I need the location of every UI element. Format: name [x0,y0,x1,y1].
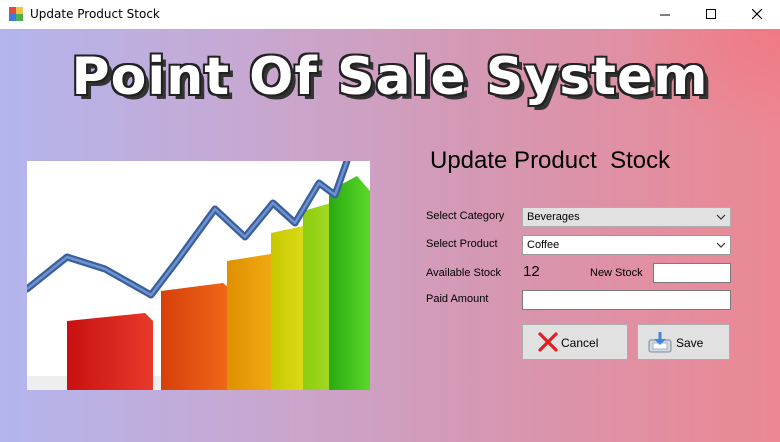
close-button[interactable] [734,0,780,29]
paid-amount-label: Paid Amount [426,293,489,305]
growth-chart-image [27,161,370,390]
chevron-down-icon [716,214,726,220]
save-button[interactable]: Save [637,324,730,360]
window-title: Update Product Stock [30,7,160,21]
new-stock-input[interactable] [653,263,731,283]
paid-amount-input[interactable] [522,290,731,310]
banner-title: Point Of Sale System [71,47,709,107]
title-bar: Update Product Stock [0,0,780,29]
new-stock-label: New Stock [590,267,643,279]
maximize-button[interactable] [688,0,734,29]
category-label: Select Category [426,210,505,222]
category-value: Beverages [527,211,580,223]
chevron-down-icon [716,242,726,248]
form-client-area: Point Of Sale System Update Product Stoc… [0,29,780,442]
app-icon [9,7,23,21]
cancel-label: Cancel [561,336,599,350]
form-title: Update Product Stock [430,147,671,174]
save-icon [648,332,672,353]
product-value: Coffee [527,239,560,251]
close-icon [751,9,762,20]
save-label: Save [676,336,704,350]
category-select[interactable]: Beverages [522,207,731,227]
maximize-icon [705,9,716,19]
red-x-icon [538,332,558,352]
minimize-icon [659,14,670,16]
available-stock-value: 12 [523,263,540,280]
minimize-button[interactable] [642,0,688,29]
available-stock-label: Available Stock [426,267,502,279]
product-label: Select Product [426,238,498,250]
cancel-button[interactable]: Cancel [522,324,628,360]
product-select[interactable]: Coffee [522,235,731,255]
